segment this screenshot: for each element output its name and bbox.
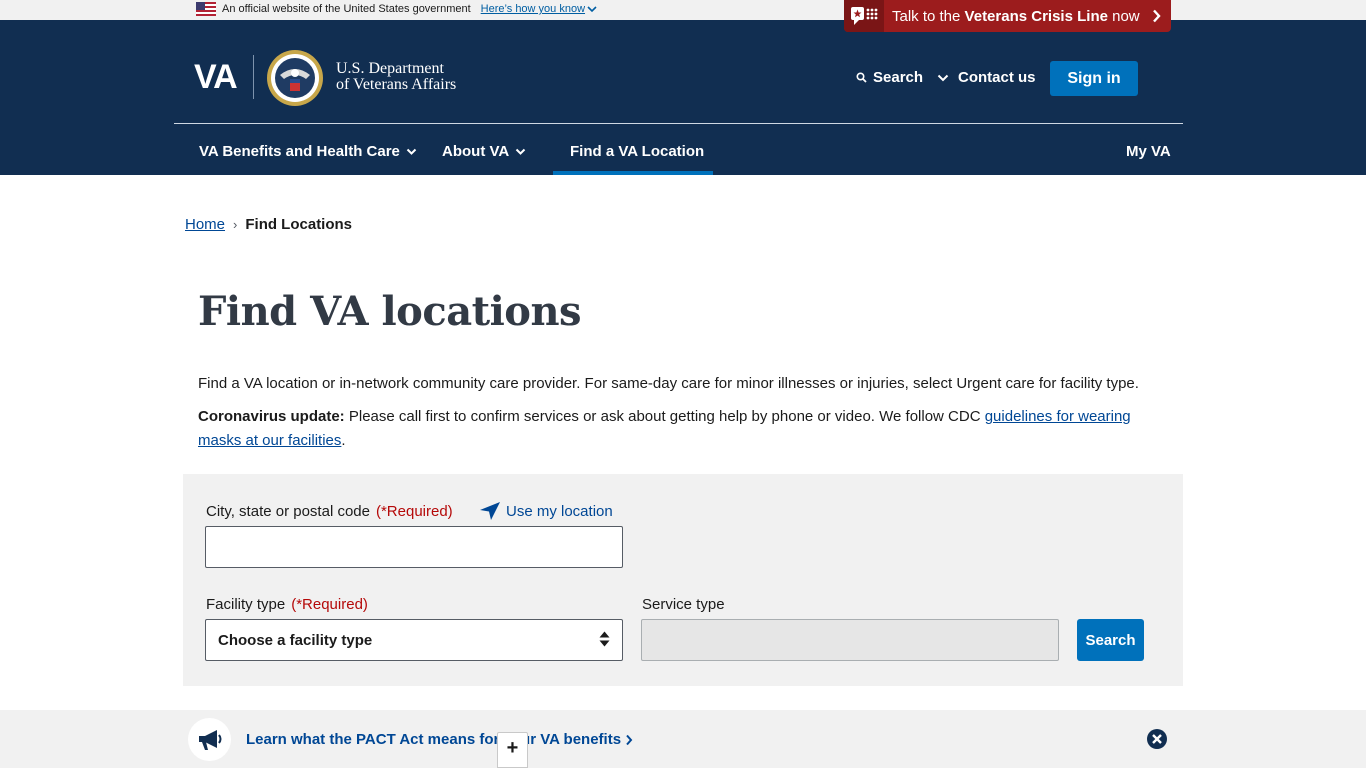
coronavirus-update-end: . (341, 432, 346, 449)
megaphone-icon (188, 718, 231, 761)
nav-item-label: About VA (442, 143, 510, 160)
crisis-bold: Veterans Crisis Line (964, 7, 1108, 25)
crisis-suffix: now (1107, 7, 1140, 25)
breadcrumb-current: Find Locations (245, 216, 353, 233)
pact-act-link-label: Learn what the PACT Act means for your V… (246, 731, 622, 748)
crisis-line-text: Talk to the Veterans Crisis Line now (884, 8, 1141, 25)
contact-us-link[interactable]: Contact us (958, 69, 1036, 86)
breadcrumb-home-link[interactable]: Home (185, 216, 225, 233)
chevron-down-icon (516, 148, 526, 155)
location-arrow-icon (480, 502, 500, 520)
department-line-1: U.S. Department (336, 60, 444, 77)
location-input[interactable] (205, 526, 623, 568)
department-line-2: of Veterans Affairs (336, 76, 457, 93)
use-my-location-label: Use my location (506, 502, 613, 520)
department-name[interactable]: U.S. Department of Veterans Affairs (336, 61, 456, 93)
breadcrumb: Home › Find Locations (185, 216, 352, 233)
coronavirus-update-text: Please call first to confirm services or… (344, 408, 985, 425)
chevron-right-icon (1141, 9, 1171, 23)
heres-how-you-know-label: Here’s how you know (480, 3, 586, 15)
facility-search-form: City, state or postal code (*Required) Us… (183, 474, 1183, 686)
header-search-button[interactable]: Search (856, 69, 949, 86)
us-flag-icon (196, 2, 216, 16)
nav-item-about-va[interactable]: About VA (442, 143, 526, 160)
page-title: Find VA locations (198, 288, 582, 335)
pact-act-link[interactable]: Learn what the PACT Act means for your V… (246, 731, 633, 748)
nav-item-benefits[interactable]: VA Benefits and Health Care (199, 143, 417, 160)
va-seal-icon[interactable] (266, 49, 324, 107)
logo-separator (253, 55, 254, 99)
gov-banner-content: An official website of the United States… (196, 2, 597, 16)
nav-item-label: My VA (1126, 143, 1171, 160)
required-marker: (*Required) (291, 596, 368, 613)
chevron-down-icon (937, 74, 949, 81)
main-nav: VA Benefits and Health Care About VA Fin… (0, 124, 1366, 175)
chevron-down-icon (587, 6, 597, 13)
map-zoom-in-button[interactable]: + (497, 732, 528, 768)
sign-in-button[interactable]: Sign in (1050, 61, 1138, 96)
close-icon[interactable] (1146, 728, 1168, 750)
speech-bubble-icon (851, 7, 878, 25)
location-label-text: City, state or postal code (206, 503, 370, 520)
intro-text: Find a VA location or in-network communi… (198, 375, 1139, 392)
heres-how-you-know-link[interactable]: Here’s how you know (481, 3, 597, 15)
va-logo-text[interactable]: VA (194, 58, 238, 97)
nav-item-my-va[interactable]: My VA (1126, 143, 1171, 160)
use-my-location-button[interactable]: Use my location (479, 501, 613, 521)
nav-item-find-location[interactable]: Find a VA Location (570, 143, 704, 160)
service-type-label: Service type (642, 596, 725, 613)
site-header: VA U.S. Department of Veterans Affairs S… (0, 20, 1366, 175)
breadcrumb-separator: › (233, 217, 238, 232)
facility-type-value: Choose a facility type (218, 632, 373, 649)
nav-item-label: Find a VA Location (570, 143, 705, 160)
service-type-input (641, 619, 1059, 661)
gov-banner-text: An official website of the United States… (222, 3, 471, 15)
header-search-label: Search (873, 69, 924, 86)
nav-item-label: VA Benefits and Health Care (199, 143, 400, 160)
facility-type-label-text: Facility type (206, 596, 286, 613)
crisis-line-icon (844, 0, 884, 32)
coronavirus-update: Coronavirus update: Please call first to… (198, 405, 1173, 453)
select-arrows-icon (599, 631, 610, 647)
facility-type-select[interactable]: Choose a facility type (205, 619, 623, 661)
chevron-right-icon (626, 734, 633, 745)
pact-act-banner: Learn what the PACT Act means for your V… (0, 710, 1366, 768)
crisis-prefix: Talk to the (892, 7, 965, 25)
coronavirus-update-label: Coronavirus update: (198, 408, 345, 425)
facility-type-label: Facility type (*Required) (206, 596, 368, 613)
veterans-crisis-line-button[interactable]: Talk to the Veterans Crisis Line now (844, 0, 1171, 32)
chevron-down-icon (406, 148, 417, 155)
required-marker: (*Required) (375, 503, 453, 520)
search-button[interactable]: Search (1077, 619, 1144, 661)
search-icon (856, 72, 867, 83)
location-label: City, state or postal code (*Required) (206, 503, 453, 520)
